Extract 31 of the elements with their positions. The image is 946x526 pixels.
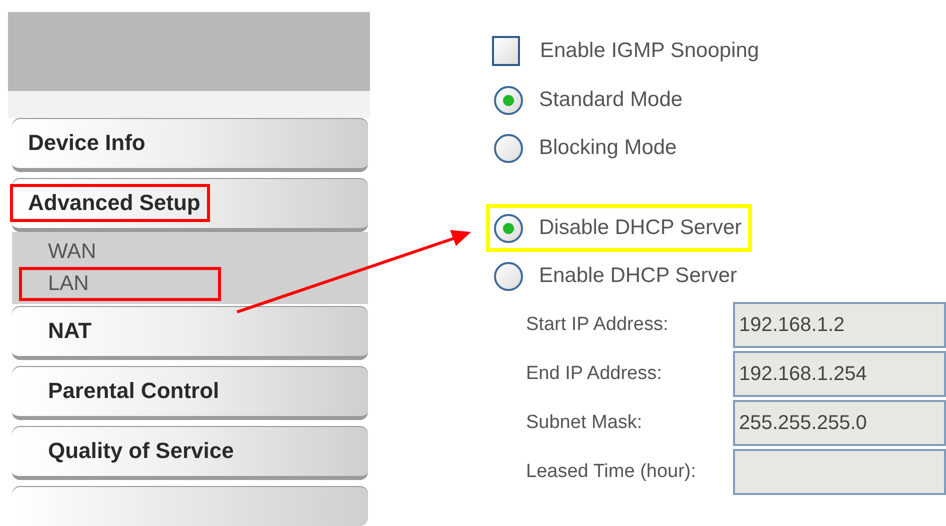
checkbox-label: Enable IGMP Snooping xyxy=(540,38,760,64)
field-label: Leased Time (hour): xyxy=(525,460,698,484)
radio-selected[interactable] xyxy=(494,86,523,114)
menu-item[interactable]: Parental Control xyxy=(12,366,368,420)
field-label: Subnet Mask: xyxy=(525,410,644,435)
menu-item[interactable] xyxy=(12,486,368,526)
radio-button[interactable] xyxy=(494,262,523,290)
menu-label: Device Info xyxy=(27,129,146,157)
field-label: End IP Address: xyxy=(525,362,663,386)
option-label: Disable DHCP Server xyxy=(539,215,742,242)
input-field[interactable]: 192.168.1.254 xyxy=(733,351,946,397)
input-field[interactable]: 255.255.255.0 xyxy=(733,400,946,446)
menu-label: NAT xyxy=(47,317,93,345)
option-label: Blocking Mode xyxy=(539,135,677,162)
radio-selected[interactable] xyxy=(494,214,523,242)
field-label: Start IP Address: xyxy=(525,312,670,337)
menu-item[interactable]: NAT xyxy=(12,306,368,360)
checkbox[interactable] xyxy=(492,36,520,66)
submenu-item[interactable]: LAN xyxy=(20,268,220,300)
radio-button[interactable] xyxy=(494,134,523,162)
input-field[interactable]: 192.168.1.2 xyxy=(733,302,946,348)
menu-item[interactable]: Quality of Service xyxy=(12,426,368,480)
input-field[interactable] xyxy=(733,449,946,495)
submenu-item[interactable]: WAN xyxy=(20,236,220,268)
menu-label: Quality of Service xyxy=(47,437,235,465)
option-label: Standard Mode xyxy=(539,87,683,114)
menu-label: Advanced Setup xyxy=(12,186,208,220)
menu-item[interactable]: Advanced Setup xyxy=(12,178,368,232)
option-label: Enable DHCP Server xyxy=(539,263,738,290)
menu-item[interactable]: Device Info xyxy=(12,118,368,172)
menu-label: Parental Control xyxy=(47,377,220,405)
